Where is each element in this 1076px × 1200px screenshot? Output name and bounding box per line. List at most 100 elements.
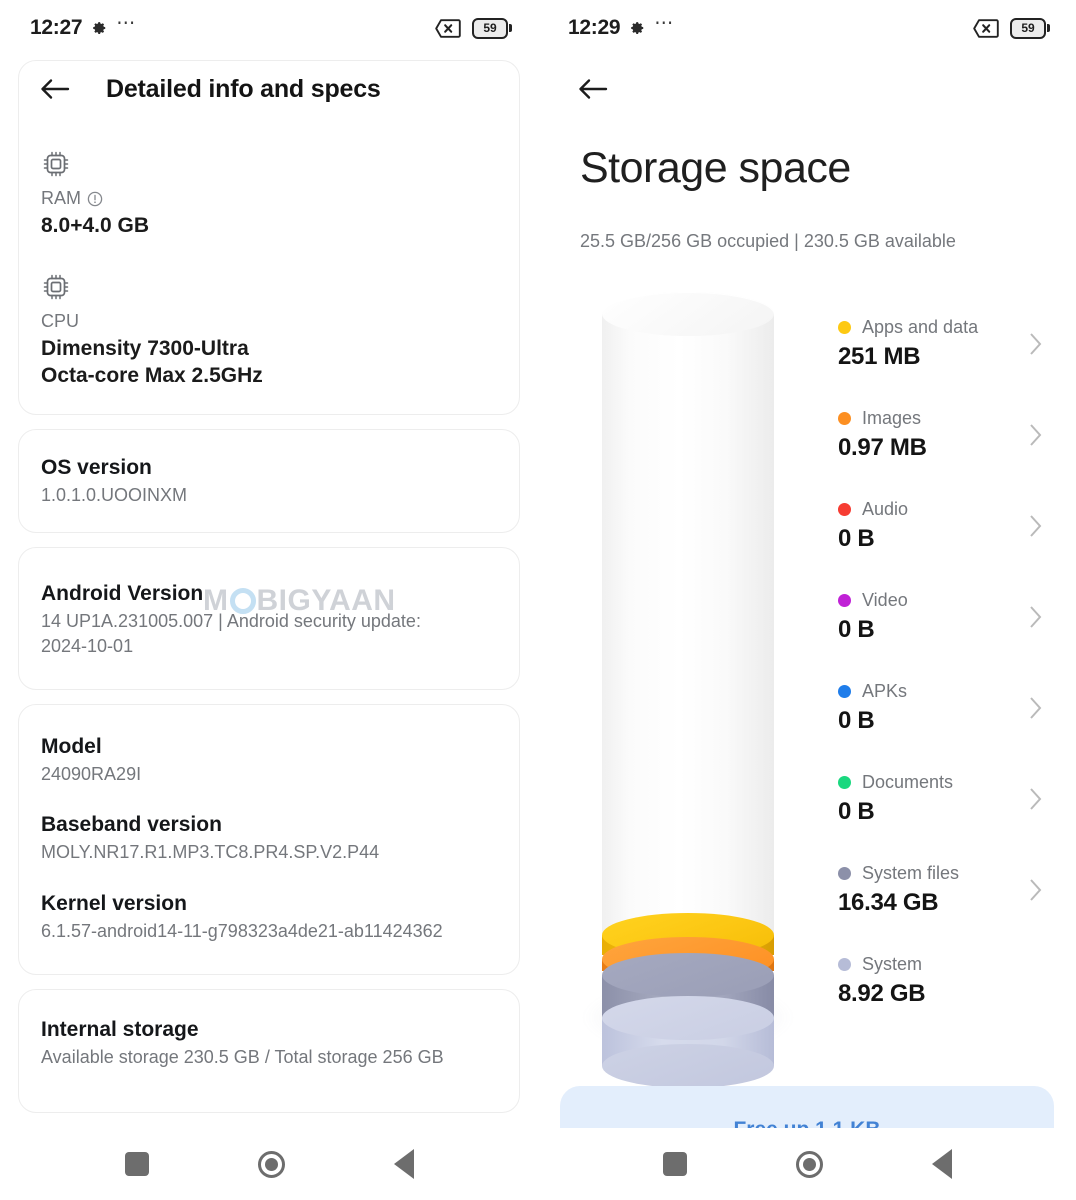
chevron-right-icon[interactable] [1029,605,1042,629]
legend-row-documents[interactable]: Documents 0 B [838,753,1042,844]
legend-label-row: APKs [838,681,1029,702]
info-icon[interactable] [87,191,103,207]
legend-label: APKs [862,681,907,702]
legend-value: 8.92 GB [838,980,1029,1008]
cpu-value-line2: Octa-core Max 2.5GHz [41,363,497,390]
legend-value: 0 B [838,616,1029,644]
legend-value: 0 B [838,525,1029,553]
baseband-block: Baseband version MOLY.NR17.R1.MP3.TC8.PR… [41,813,497,865]
chevron-right-icon[interactable] [1029,332,1042,356]
storage-legend: Apps and data 251 MB Images 0.97 MB [838,292,1076,1042]
legend-label-row: Video [838,590,1029,611]
ram-block: RAM 8.0+4.0 GB [41,149,497,240]
legend-label: Images [862,408,921,429]
hardware-card[interactable]: RAM 8.0+4.0 GB [18,60,520,415]
legend-row-apps-and-data[interactable]: Apps and data 251 MB [838,298,1042,389]
chevron-right-icon[interactable] [1029,787,1042,811]
home-button[interactable] [258,1151,285,1178]
cpu-label: CPU [41,311,497,332]
legend-color-dot [838,412,851,425]
status-bar: 12:27 ⋯ 59 [0,0,538,56]
back-button[interactable] [394,1149,414,1179]
battery-indicator: 59 [1010,18,1050,39]
legend-color-dot [838,776,851,789]
dual-screenshot-container: 12:27 ⋯ 59 [0,0,1076,1200]
internal-storage-card[interactable]: Internal storage Available storage 230.5… [18,989,520,1113]
status-bar-right: 59 [973,18,1050,39]
internal-storage-title: Internal storage [41,1018,497,1042]
no-sim-icon [435,19,461,38]
legend-texts: APKs 0 B [838,681,1029,735]
legend-value: 251 MB [838,343,1029,371]
cpu-value-line1: Dimensity 7300-Ultra [41,336,497,363]
legend-label-row: Images [838,408,1029,429]
status-overflow-icon: ⋯ [654,19,674,29]
ram-label-row: RAM [41,188,497,209]
gear-icon [629,20,645,36]
segment-cap [602,292,774,336]
legend-label: Documents [862,772,953,793]
legend-row-audio[interactable]: Audio 0 B [838,480,1042,571]
chevron-right-icon[interactable] [1029,514,1042,538]
storage-visualization: Apps and data 251 MB Images 0.97 MB [538,252,1076,1042]
battery-body: 59 [472,18,508,39]
battery-tip [1047,24,1050,32]
back-arrow-icon[interactable] [576,76,610,102]
legend-row-video[interactable]: Video 0 B [838,571,1042,662]
internal-storage-value: Available storage 230.5 GB / Total stora… [41,1045,497,1070]
home-button[interactable] [796,1151,823,1178]
recents-button[interactable] [125,1152,149,1176]
legend-value: 0.97 MB [838,434,1029,462]
segment-base-cap [602,1044,774,1088]
chevron-right-icon[interactable] [1029,878,1042,902]
legend-row-apks[interactable]: APKs 0 B [838,662,1042,753]
legend-value: 16.34 GB [838,889,1029,917]
legend-row-images[interactable]: Images 0.97 MB [838,389,1042,480]
model-card[interactable]: Model 24090RA29I Baseband version MOLY.N… [18,704,520,975]
android-version-value: 14 UP1A.231005.007 | Android security up… [41,609,461,659]
legend-texts: System 8.92 GB [838,954,1029,1008]
status-bar-left: 12:29 ⋯ [568,16,674,40]
kernel-value: 6.1.57-android14-11-g798323a4de21-ab1142… [41,919,497,944]
os-version-card[interactable]: OS version 1.0.1.0.UOOINXM [18,429,520,533]
chevron-right-icon[interactable] [1029,696,1042,720]
status-bar: 12:29 ⋯ 59 [538,0,1076,56]
ram-value: 8.0+4.0 GB [41,213,497,240]
legend-value: 0 B [838,798,1029,826]
legend-label: Apps and data [862,317,978,338]
no-sim-icon [973,19,999,38]
legend-label-row: System [838,954,1029,975]
chevron-right-icon[interactable] [1029,423,1042,447]
legend-value: 0 B [838,707,1029,735]
gear-icon [91,20,107,36]
legend-color-dot [838,685,851,698]
legend-row-system-files[interactable]: System files 16.34 GB [838,844,1042,935]
back-button[interactable] [932,1149,952,1179]
page-title: Detailed info and specs [106,75,381,104]
back-arrow-icon[interactable] [38,76,72,102]
specs-card-list: RAM 8.0+4.0 GB [0,60,538,1113]
legend-color-dot [838,867,851,880]
legend-row-system[interactable]: System 8.92 GB [838,935,1042,1026]
status-clock: 12:27 [30,16,82,40]
ram-label: RAM [41,188,81,209]
model-value: 24090RA29I [41,762,497,787]
battery-percent-label: 59 [1021,21,1034,35]
android-version-card[interactable]: Android Version 14 UP1A.231005.007 | And… [18,547,520,690]
legend-texts: Images 0.97 MB [838,408,1029,462]
recents-button[interactable] [663,1152,687,1176]
status-overflow-icon: ⋯ [116,19,136,29]
legend-color-dot [838,958,851,971]
legend-color-dot [838,594,851,607]
baseband-value: MOLY.NR17.R1.MP3.TC8.PR4.SP.V2.P44 [41,840,497,865]
status-bar-left: 12:27 ⋯ [30,16,136,40]
legend-label: System [862,954,922,975]
legend-color-dot [838,321,851,334]
status-clock: 12:29 [568,16,620,40]
storage-cylinder-chart [538,292,838,1042]
chip-icon [41,272,71,302]
legend-label: Audio [862,499,908,520]
system-nav-bar [0,1128,538,1200]
os-version-value: 1.0.1.0.UOOINXM [41,483,497,508]
cpu-block: CPU Dimensity 7300-Ultra Octa-core Max 2… [41,272,497,390]
